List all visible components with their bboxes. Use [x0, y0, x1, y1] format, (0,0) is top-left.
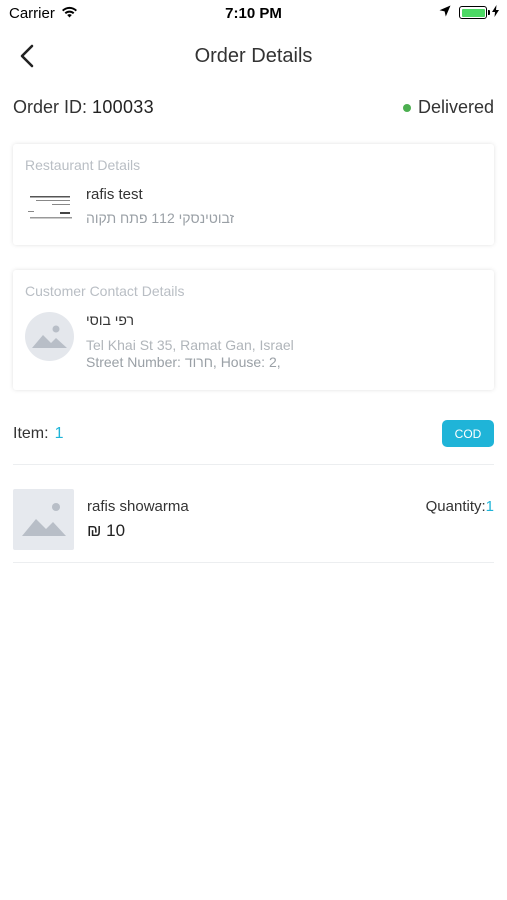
items-header: Item: 1 COD	[13, 420, 494, 448]
restaurant-logo	[26, 190, 74, 222]
status-text: Delivered	[417, 97, 494, 117]
order-summary: Order ID: 100033 Delivered	[13, 97, 494, 121]
product-image	[13, 489, 74, 550]
avatar	[25, 312, 74, 361]
restaurant-address: זבוטינסקי 112 פתח תקוה	[86, 210, 235, 226]
order-id-value: 100033	[92, 97, 154, 117]
image-placeholder-icon	[32, 325, 67, 348]
restaurant-name: rafis test	[86, 186, 143, 203]
payment-method-badge: COD	[442, 420, 494, 447]
restaurant-section-title: Restaurant Details	[25, 157, 141, 173]
order-id-label: Order ID:	[13, 97, 88, 117]
items-label: Item: 1	[13, 425, 63, 443]
product-price: ₪ 10	[87, 521, 126, 540]
status-right	[439, 4, 499, 21]
divider	[13, 464, 494, 465]
customer-section-title: Customer Contact Details	[25, 283, 185, 299]
customer-name: רפי בוסי	[86, 312, 134, 328]
customer-street: Street Number: חרוד, House: 2,	[86, 354, 281, 370]
image-placeholder-icon	[22, 503, 66, 536]
status-bar: Carrier 7:10 PM	[0, 0, 507, 28]
divider	[13, 562, 494, 563]
status-dot-icon	[402, 103, 411, 112]
items-label-text: Item:	[13, 425, 49, 442]
location-arrow-icon	[439, 4, 451, 21]
quantity-value: 1	[485, 498, 494, 515]
quantity-label: Quantity:	[425, 498, 486, 515]
page-title: Order Details	[194, 45, 313, 67]
nav-bar: Order Details	[0, 28, 507, 84]
status-time: 7:10 PM	[225, 5, 282, 22]
customer-address: Tel Khai St 35, Ramat Gan, Israel	[86, 337, 294, 353]
product-name: rafis showarma	[87, 498, 189, 515]
items-count: 1	[54, 425, 64, 442]
product-quantity: Quantity:1	[426, 498, 494, 515]
customer-card: Customer Contact Details רפי בוסי Tel Kh…	[13, 270, 494, 390]
restaurant-card: Restaurant Details rafis test זבוטינסקי …	[13, 144, 494, 245]
charging-bolt-icon	[492, 4, 499, 21]
battery-icon	[459, 6, 490, 19]
status-badge: Delivered	[402, 97, 494, 118]
list-item[interactable]: rafis showarma ₪ 10 Quantity:1	[13, 489, 494, 551]
